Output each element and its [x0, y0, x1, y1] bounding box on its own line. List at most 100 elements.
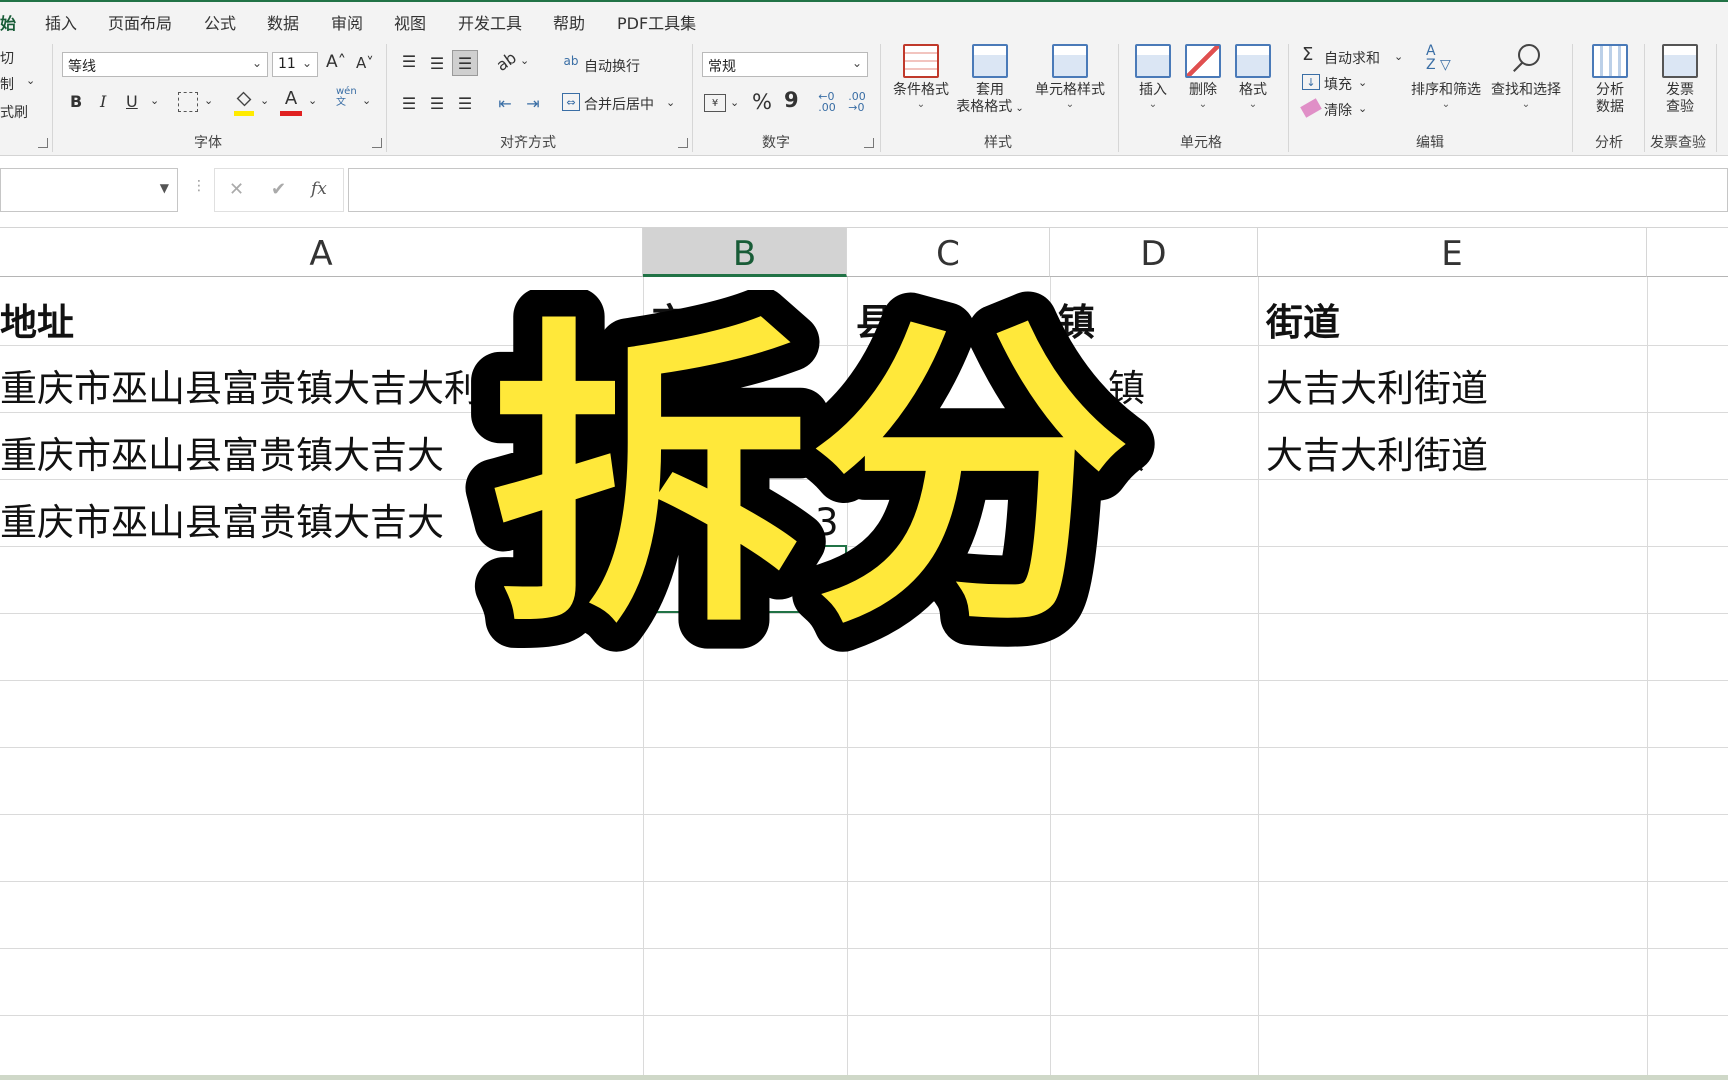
shrink-font-button[interactable]: A˅	[356, 54, 374, 72]
delete-cells-button[interactable]: 删除 ⌄	[1180, 44, 1226, 111]
column-header-c[interactable]: C	[847, 228, 1050, 277]
tab-developer[interactable]: 开发工具	[458, 10, 522, 34]
orientation-dropdown-icon[interactable]: ⌄	[520, 54, 529, 67]
number-launcher-icon[interactable]	[864, 138, 874, 148]
drag-handle-icon[interactable]: ⋮	[192, 178, 206, 194]
cell-styles-button[interactable]: 单元格样式 ⌄	[1030, 44, 1110, 111]
accounting-format-icon[interactable]: ¥	[704, 94, 726, 112]
name-box[interactable]: ▼	[0, 168, 178, 212]
cell-e1[interactable]: 街道	[1266, 290, 1340, 356]
tab-review[interactable]: 审阅	[331, 10, 363, 34]
format-cells-button[interactable]: 格式 ⌄	[1230, 44, 1276, 111]
align-center-icon[interactable]: ☰	[426, 92, 448, 114]
cell-e2[interactable]: 大吉大利街道	[1266, 356, 1488, 422]
cell-a2[interactable]: 重庆市巫山县富贵镇大吉大利街	[0, 356, 518, 422]
cell-d3[interactable]: 镇	[1108, 423, 1145, 489]
column-header-b[interactable]: B	[643, 228, 847, 277]
fill-color-icon[interactable]	[234, 90, 254, 116]
merge-center-button[interactable]: 合并后居中	[584, 94, 654, 114]
wrap-text-icon[interactable]: ab	[562, 52, 580, 70]
accounting-dropdown-icon[interactable]: ⌄	[730, 96, 739, 109]
tab-insert[interactable]: 插入	[45, 10, 77, 34]
clear-button[interactable]: 清除	[1324, 100, 1352, 120]
fill-handle[interactable]	[842, 608, 850, 616]
autosum-dropdown-icon[interactable]: ⌄	[1394, 50, 1403, 63]
autosum-button[interactable]: 自动求和	[1324, 48, 1380, 68]
copy-button[interactable]: 制	[0, 74, 14, 94]
tab-view[interactable]: 视图	[394, 10, 426, 34]
cancel-icon[interactable]: ✕	[229, 179, 244, 200]
font-color-icon[interactable]: A	[280, 88, 302, 116]
fill-dropdown-icon[interactable]: ⌄	[1358, 76, 1367, 89]
percent-style-button[interactable]: %	[752, 90, 772, 114]
align-right-icon[interactable]: ☰	[454, 92, 476, 114]
wrap-text-button[interactable]: 自动换行	[584, 56, 640, 76]
grow-font-button[interactable]: A˄	[326, 52, 346, 72]
column-header-d[interactable]: D	[1050, 228, 1258, 277]
formula-input[interactable]	[348, 168, 1728, 212]
insert-cells-button[interactable]: 插入 ⌄	[1130, 44, 1176, 111]
merge-center-icon[interactable]: ⇔	[562, 93, 580, 111]
find-select-button[interactable]: 查找和选择 ⌄	[1488, 44, 1564, 111]
italic-button[interactable]: I	[100, 92, 106, 111]
border-icon[interactable]	[178, 92, 198, 112]
cell-a4[interactable]: 重庆市巫山县富贵镇大吉大	[0, 490, 444, 556]
font-size-combo[interactable]: 11 ⌄	[272, 52, 318, 77]
copy-dropdown-icon[interactable]: ⌄	[26, 74, 35, 87]
align-left-icon[interactable]: ☰	[398, 92, 420, 114]
cell-d1[interactable]: 镇	[1058, 290, 1095, 356]
cell-b1[interactable]: 市	[652, 290, 689, 356]
insert-cells-icon	[1135, 44, 1171, 78]
underline-dropdown-icon[interactable]: ⌄	[150, 94, 159, 107]
border-dropdown-icon[interactable]: ⌄	[204, 94, 213, 107]
cell-e3[interactable]: 大吉大利街道	[1266, 423, 1488, 489]
tab-formulas[interactable]: 公式	[204, 10, 236, 34]
tab-page-layout[interactable]: 页面布局	[108, 10, 172, 34]
font-name-combo[interactable]: 等线 ⌄	[62, 52, 268, 77]
fill-color-dropdown-icon[interactable]: ⌄	[260, 94, 269, 107]
align-top-icon[interactable]: ☰	[398, 50, 420, 72]
column-header-a[interactable]: A	[0, 228, 643, 277]
comma-style-button[interactable]: 9	[784, 88, 799, 112]
bold-button[interactable]: B	[70, 92, 82, 111]
align-bottom-icon[interactable]: ☰	[452, 50, 478, 76]
decrease-indent-icon[interactable]: ⇤	[494, 92, 516, 114]
fill-button[interactable]: 填充	[1324, 74, 1352, 94]
tab-home[interactable]: 始	[0, 10, 16, 34]
format-painter-button[interactable]: 式刷	[0, 102, 28, 122]
font-color-dropdown-icon[interactable]: ⌄	[308, 94, 317, 107]
merge-dropdown-icon[interactable]: ⌄	[666, 96, 675, 109]
clear-dropdown-icon[interactable]: ⌄	[1358, 102, 1367, 115]
selected-cell-b5[interactable]	[643, 545, 850, 616]
tab-help[interactable]: 帮助	[553, 10, 585, 34]
cell-a3[interactable]: 重庆市巫山县富贵镇大吉大	[0, 423, 444, 489]
align-middle-icon[interactable]: ☰	[426, 52, 448, 74]
column-header-f[interactable]	[1647, 228, 1728, 277]
phonetic-guide-icon[interactable]: wén 文	[336, 86, 357, 108]
cell-c1[interactable]: 县	[856, 290, 893, 356]
name-box-dropdown-icon[interactable]: ▼	[160, 181, 169, 195]
increase-indent-icon[interactable]: ⇥	[522, 92, 544, 114]
decrease-decimal-icon[interactable]: .00 →0	[844, 90, 870, 114]
format-as-table-button[interactable]: 套用 表格格式 ⌄	[954, 44, 1026, 117]
conditional-formatting-button[interactable]: 条件格式 ⌄	[888, 44, 954, 111]
column-header-e[interactable]: E	[1258, 228, 1647, 277]
sort-filter-button[interactable]: AZ ▽ 排序和筛选 ⌄	[1408, 44, 1484, 111]
invoice-check-button[interactable]: 发票 查验	[1652, 44, 1708, 116]
number-format-combo[interactable]: 常规 ⌄	[702, 52, 868, 77]
tab-data[interactable]: 数据	[267, 10, 299, 34]
clipboard-launcher-icon[interactable]	[38, 138, 48, 148]
cell-a1[interactable]: 地址	[0, 290, 74, 356]
insert-function-icon[interactable]: fx	[311, 179, 327, 199]
orientation-icon[interactable]: ab	[490, 45, 522, 77]
underline-button[interactable]: U	[126, 92, 138, 111]
cell-d2[interactable]: 镇	[1108, 356, 1145, 422]
tab-pdf-tools[interactable]: PDF工具集	[617, 10, 696, 34]
alignment-launcher-icon[interactable]	[678, 138, 688, 148]
analyze-data-button[interactable]: 分析 数据	[1584, 44, 1636, 116]
phonetic-dropdown-icon[interactable]: ⌄	[362, 94, 371, 107]
font-launcher-icon[interactable]	[372, 138, 382, 148]
enter-icon[interactable]: ✔	[271, 179, 286, 200]
cut-button[interactable]: 切	[0, 48, 14, 68]
increase-decimal-icon[interactable]: ←0.00	[814, 90, 840, 114]
